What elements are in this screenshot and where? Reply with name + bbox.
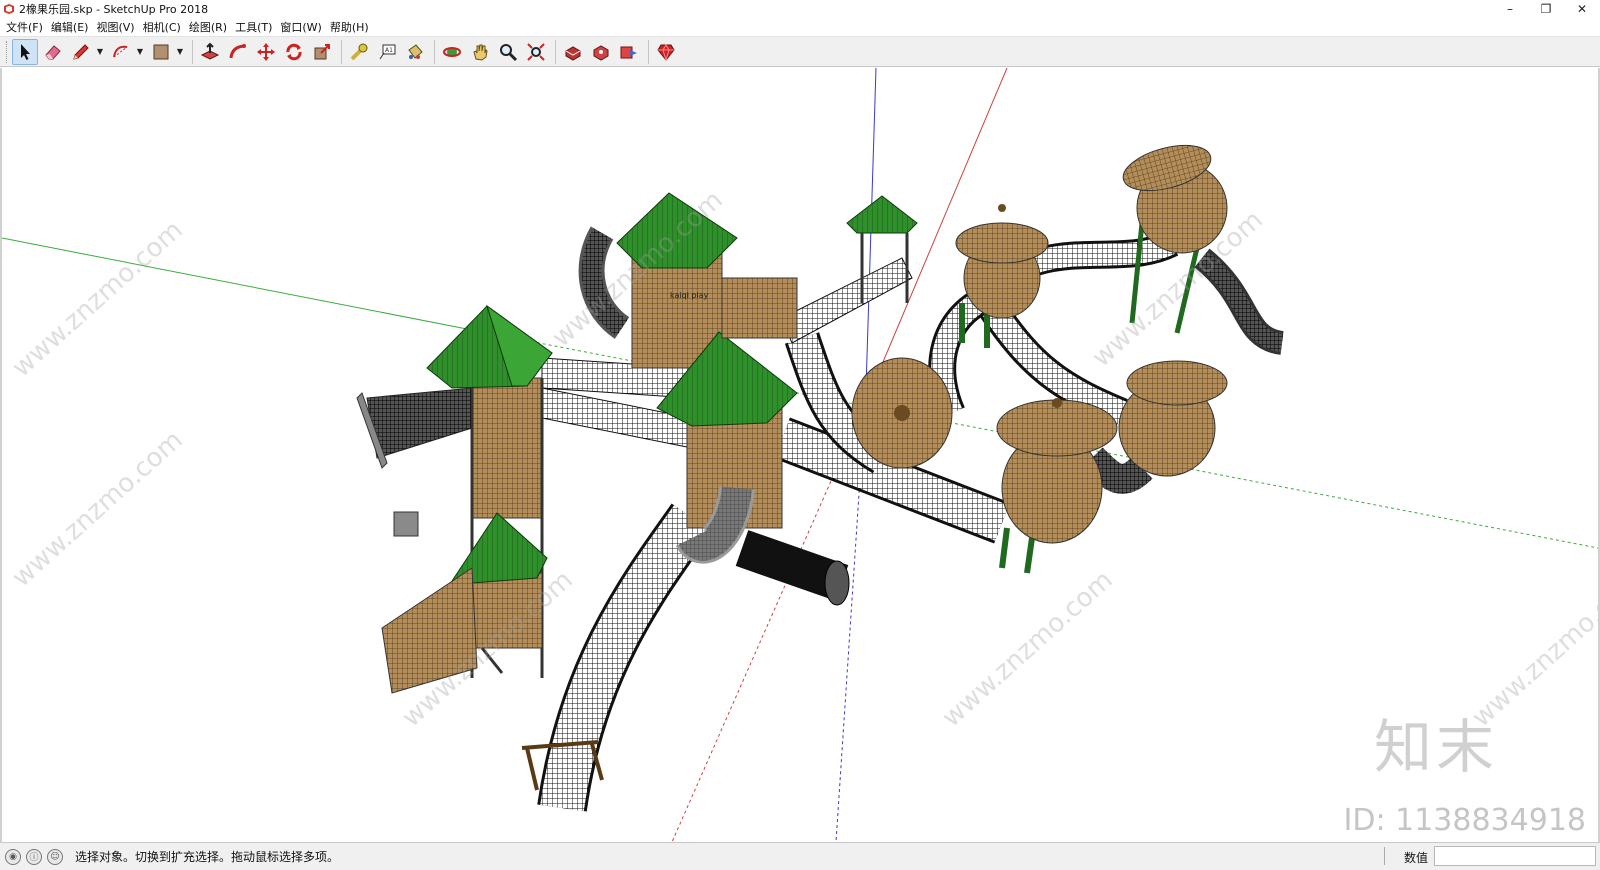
text-tool-button[interactable]: A1 bbox=[374, 39, 400, 65]
move-icon bbox=[257, 42, 275, 61]
toolbar-separator bbox=[555, 39, 556, 64]
arc-tool-button[interactable] bbox=[108, 39, 134, 65]
menu-window[interactable]: 窗口(W) bbox=[278, 19, 327, 35]
title-bar: 2橡果乐园.skp - SketchUp Pro 2018 – ❐ ✕ bbox=[0, 0, 1600, 18]
zhimo-logo-watermark: 知末 bbox=[1373, 713, 1498, 781]
watermark-id: ID: 1138834918 bbox=[1343, 803, 1586, 838]
scale-tool-button[interactable] bbox=[309, 39, 335, 65]
pan-tool-button[interactable] bbox=[467, 39, 493, 65]
arc-dropdown-arrow-icon[interactable]: ▼ bbox=[136, 39, 144, 65]
menu-edit[interactable]: 编辑(E) bbox=[49, 19, 95, 35]
main-toolbar: ▼ ▼ ▼ A1 bbox=[0, 36, 1600, 67]
geo-location-icon[interactable]: ◉ bbox=[5, 848, 21, 865]
zoom-icon bbox=[500, 43, 518, 61]
extension-warehouse-button[interactable] bbox=[588, 39, 614, 65]
follow-me-tool-button[interactable] bbox=[225, 39, 251, 65]
svg-text:kaiqi play: kaiqi play bbox=[670, 291, 709, 300]
measurements-label: 数值 bbox=[1403, 851, 1428, 865]
extension-warehouse-icon bbox=[593, 44, 609, 61]
tape-measure-icon bbox=[350, 43, 368, 60]
menu-view[interactable]: 视图(V) bbox=[94, 19, 140, 35]
menu-help[interactable]: 帮助(H) bbox=[328, 19, 375, 35]
model-viewport[interactable]: kaiqi play www.znzmo.com www.znzmo.com w… bbox=[0, 68, 1600, 842]
toolbar-separator bbox=[341, 39, 342, 64]
orbit-tool-button[interactable] bbox=[439, 39, 465, 65]
paint-bucket-tool-button[interactable] bbox=[402, 39, 428, 65]
select-tool-button[interactable] bbox=[12, 38, 38, 65]
user-account-icon[interactable]: ☺ bbox=[47, 848, 63, 865]
menu-tools[interactable]: 工具(T) bbox=[233, 19, 278, 35]
toolbar-separator bbox=[648, 39, 649, 64]
status-bar: ◉ ⓘ ☺ 选择对象。切换到扩充选择。拖动鼠标选择多项。 数值 bbox=[0, 842, 1600, 870]
select-icon bbox=[21, 43, 30, 60]
rectangle-dropdown-arrow-icon[interactable]: ▼ bbox=[176, 39, 184, 65]
credits-icon[interactable]: ⓘ bbox=[26, 848, 42, 865]
watermark-4: www.znzmo.com bbox=[7, 425, 189, 593]
menu-file[interactable]: 文件(F) bbox=[4, 19, 49, 35]
watermark-1: www.znzmo.com bbox=[7, 215, 189, 383]
window-controls: – ❐ ✕ bbox=[1492, 0, 1600, 18]
watermark-6: www.znzmo.com bbox=[937, 565, 1119, 733]
pencil-icon bbox=[73, 43, 89, 60]
3d-warehouse-button[interactable] bbox=[560, 39, 586, 65]
sketchup-logo-icon bbox=[4, 4, 14, 14]
eraser-icon bbox=[45, 44, 61, 59]
layout-button[interactable] bbox=[616, 39, 642, 65]
text-icon: A1 bbox=[379, 44, 396, 59]
rotate-tool-button[interactable] bbox=[281, 39, 307, 65]
playground-model-scene: kaiqi play www.znzmo.com www.znzmo.com w… bbox=[2, 68, 1598, 842]
svg-text:A1: A1 bbox=[385, 47, 393, 54]
tape-measure-tool-button[interactable] bbox=[346, 39, 372, 65]
pencil-tool-button[interactable] bbox=[68, 39, 94, 65]
eraser-tool-button[interactable] bbox=[40, 39, 66, 65]
zoom-extents-tool-button[interactable] bbox=[523, 39, 549, 65]
menu-camera[interactable]: 相机(C) bbox=[141, 19, 187, 35]
scale-icon bbox=[314, 43, 330, 59]
cube-object bbox=[393, 511, 419, 537]
pencil-dropdown-arrow-icon[interactable]: ▼ bbox=[96, 39, 104, 65]
menu-draw[interactable]: 绘图(R) bbox=[187, 19, 233, 35]
follow-me-icon bbox=[229, 43, 246, 58]
toolbar-grip[interactable] bbox=[6, 40, 9, 63]
layout-icon bbox=[620, 46, 637, 58]
zoom-extents-icon bbox=[527, 42, 545, 61]
close-button[interactable]: ✕ bbox=[1564, 0, 1600, 18]
3d-warehouse-icon bbox=[565, 45, 581, 61]
measurements-separator bbox=[1384, 847, 1385, 865]
minimize-button[interactable]: – bbox=[1492, 0, 1528, 18]
rectangle-icon bbox=[153, 44, 169, 59]
ruby-icon bbox=[657, 43, 675, 62]
toolbar-separator bbox=[192, 39, 193, 64]
status-message: 选择对象。切换到扩充选择。拖动鼠标选择多项。 bbox=[75, 850, 340, 864]
paint-bucket-icon bbox=[408, 43, 423, 59]
ruby-console-button[interactable] bbox=[653, 39, 679, 65]
menu-bar: 文件(F) 编辑(E) 视图(V) 相机(C) 绘图(R) 工具(T) 窗口(W… bbox=[0, 18, 1600, 36]
arc-icon bbox=[113, 45, 128, 57]
push-pull-tool-button[interactable] bbox=[197, 39, 223, 65]
pan-icon bbox=[473, 44, 488, 61]
push-pull-icon bbox=[200, 42, 220, 60]
zoom-tool-button[interactable] bbox=[495, 39, 521, 65]
toolbar-separator bbox=[434, 39, 435, 64]
restore-button[interactable]: ❐ bbox=[1528, 0, 1564, 18]
orbit-icon bbox=[443, 46, 461, 57]
rotate-icon bbox=[286, 43, 302, 60]
window-title: 2橡果乐园.skp - SketchUp Pro 2018 bbox=[19, 3, 209, 16]
rectangle-tool-button[interactable] bbox=[148, 39, 174, 65]
measurements-input[interactable] bbox=[1434, 846, 1596, 866]
move-tool-button[interactable] bbox=[253, 39, 279, 65]
